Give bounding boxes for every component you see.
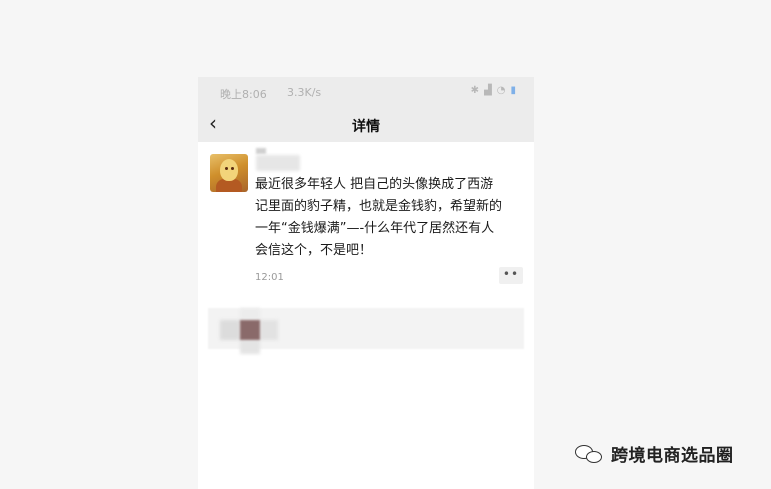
status-network-speed: 3.3K/s xyxy=(287,86,322,99)
nav-bar: ‹ 详情 xyxy=(198,107,534,142)
signal-icon: ▟ xyxy=(484,85,492,96)
more-actions-button[interactable]: •• xyxy=(499,267,523,284)
comment-avatar-redacted xyxy=(220,308,278,356)
phone-screen: 晚上8:06 3.3K/s ✱ ▟ ◔ ▮ ‹ 详情 最近很多年轻人 把自己的头… xyxy=(198,77,534,489)
wechat-icon xyxy=(573,442,605,466)
username-redacted[interactable] xyxy=(256,155,300,171)
wifi-icon: ◔ xyxy=(496,85,506,96)
page: 晚上8:06 3.3K/s ✱ ▟ ◔ ▮ ‹ 详情 最近很多年轻人 把自己的头… xyxy=(0,0,771,489)
post-line: 一年“金钱爆满”—-什么年代了居然还有人 xyxy=(255,221,495,236)
watermark-text: 跨境电商选品圈 xyxy=(611,446,734,466)
avatar[interactable] xyxy=(210,154,248,192)
page-title: 详情 xyxy=(352,119,380,135)
post-body: 最近很多年轻人 把自己的头像换成了西游 记里面的豹子精，也就是金钱豹，希望新的 … xyxy=(255,174,527,262)
post-line: 记里面的豹子精，也就是金钱豹，希望新的 xyxy=(255,199,503,214)
post-line: 会信这个，不是吧！ xyxy=(255,243,373,258)
bluetooth-icon: ✱ xyxy=(470,85,480,96)
battery-icon: ▮ xyxy=(510,85,516,96)
post-timestamp: 12:01 xyxy=(255,272,284,283)
post-line: 最近很多年轻人 把自己的头像换成了西游 xyxy=(255,177,494,192)
status-icons: ✱ ▟ ◔ ▮ xyxy=(471,85,516,96)
watermark: 跨境电商选品圈 xyxy=(573,441,734,466)
status-time: 晚上8:06 xyxy=(220,88,267,101)
status-bar: 晚上8:06 3.3K/s ✱ ▟ ◔ ▮ xyxy=(198,77,534,107)
username-redacted-mark xyxy=(256,148,266,154)
